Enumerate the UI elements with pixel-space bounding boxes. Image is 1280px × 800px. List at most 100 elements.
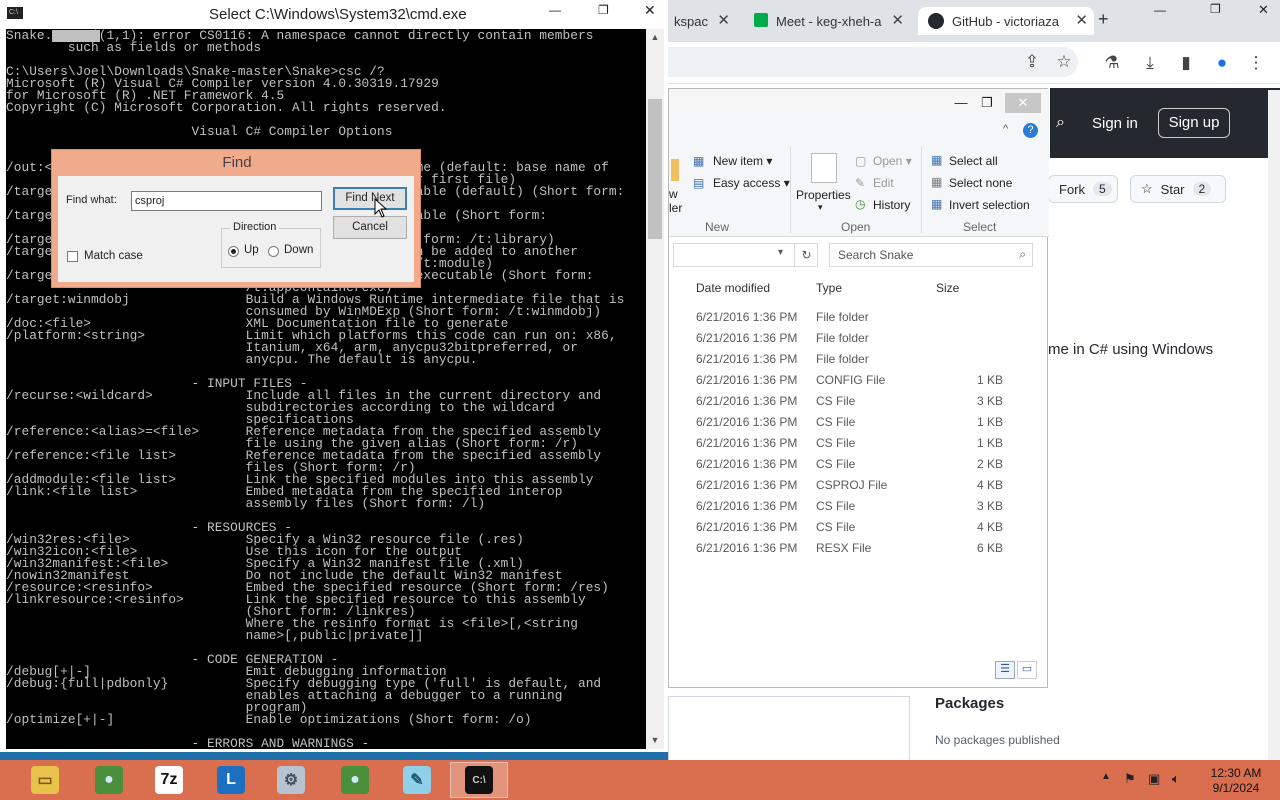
select-all-button[interactable]: Select all <box>949 154 998 168</box>
find-what-input[interactable]: csproj <box>131 191 322 211</box>
scroll-up-icon[interactable]: ▲ <box>646 32 664 42</box>
history-button[interactable]: History <box>873 198 910 212</box>
details-view-icon[interactable]: ☰ <box>995 661 1015 679</box>
profile-icon[interactable]: ● <box>1212 53 1232 73</box>
tray-overflow-icon[interactable]: ▲ <box>1101 771 1111 782</box>
collapse-ribbon-icon[interactable]: ^ <box>1003 123 1008 135</box>
maximize-button[interactable]: ❐ <box>598 3 609 17</box>
search-placeholder: Search Snake <box>838 248 914 262</box>
network-icon[interactable]: ▣ <box>1148 771 1160 787</box>
scroll-down-icon[interactable]: ▼ <box>646 735 664 745</box>
column-date-modified[interactable]: Date modified <box>696 281 770 295</box>
close-icon[interactable]: ✕ <box>891 11 904 29</box>
download-icon[interactable]: ⤓ <box>1140 53 1160 73</box>
invert-selection-button[interactable]: Invert selection <box>949 198 1030 212</box>
minimize-button[interactable]: — <box>947 93 975 113</box>
page-scrollbar[interactable] <box>1268 90 1280 760</box>
sign-up-button[interactable]: Sign up <box>1158 108 1230 138</box>
file-row[interactable]: 6/21/2016 1:36 PM File folder <box>669 307 1047 328</box>
close-icon[interactable]: ✕ <box>717 11 728 29</box>
close-button[interactable]: ✕ <box>1005 93 1041 113</box>
direction-group: Direction Up Down <box>221 221 321 268</box>
new-folder-fragment[interactable]: w <box>669 187 678 201</box>
action-center-icon[interactable]: ⚑ <box>1124 771 1136 787</box>
fork-button[interactable]: Fork 5 <box>1048 175 1118 203</box>
minimize-button[interactable]: — <box>1154 3 1166 17</box>
address-bar[interactable]: ⇪ ☆ <box>668 47 1078 77</box>
taskbar-app-cmd[interactable]: C:\ <box>450 762 508 798</box>
system-clock[interactable]: 12:30 AM 9/1/2024 <box>1196 766 1276 796</box>
dialog-title: Find <box>222 154 252 171</box>
direction-down-radio[interactable] <box>268 246 279 257</box>
find-next-button[interactable]: Find Next <box>333 187 407 210</box>
close-button[interactable]: ✕ <box>644 2 656 19</box>
new-folder-fragment-2[interactable]: ler <box>669 201 682 215</box>
taskbar-app-lync[interactable]: L <box>202 762 260 798</box>
file-explorer-window: — ❐ ✕ ^ ? w ler ▦ New item ▾ ▤ Easy acce… <box>668 88 1049 688</box>
direction-up-label[interactable]: Up <box>244 244 259 256</box>
match-case-label[interactable]: Match case <box>84 250 143 262</box>
new-tab-button[interactable]: + <box>1098 9 1109 30</box>
volume-icon[interactable]: 🔈︎ <box>1172 771 1180 787</box>
taskbar-app-7zip[interactable]: 7z <box>140 762 198 798</box>
address-bar[interactable]: ▾ ↻ <box>673 243 818 267</box>
bookmark-star-icon[interactable]: ☆ <box>1054 52 1074 72</box>
close-button[interactable]: ✕ <box>1258 2 1269 18</box>
open-button[interactable]: Open ▾ <box>873 154 912 168</box>
file-row[interactable]: 6/21/2016 1:36 PM CS File 3 KB <box>669 391 1047 412</box>
file-row[interactable]: 6/21/2016 1:36 PM RESX File 6 KB <box>669 538 1047 559</box>
labs-icon[interactable]: ⚗ <box>1102 53 1122 73</box>
taskbar-app-chrome[interactable]: ● <box>80 762 138 798</box>
chrome-tab-workspace[interactable]: kspac ✕ <box>672 7 728 35</box>
file-row[interactable]: 6/21/2016 1:36 PM CSPROJ File 4 KB <box>669 475 1047 496</box>
chevron-down-icon[interactable]: ▾ <box>778 247 783 258</box>
file-row[interactable]: 6/21/2016 1:36 PM CS File 4 KB <box>669 517 1047 538</box>
close-icon[interactable]: ✕ <box>1075 11 1088 29</box>
easy-access-button[interactable]: Easy access ▾ <box>713 176 790 190</box>
maximize-button[interactable]: ❐ <box>973 93 1001 113</box>
cancel-button[interactable]: Cancel <box>333 216 407 239</box>
star-button[interactable]: ☆ Star 2 <box>1130 175 1226 203</box>
chevron-down-icon[interactable]: ▾ <box>818 202 823 213</box>
maximize-button[interactable]: ❐ <box>1210 2 1221 16</box>
search-input[interactable]: Search Snake ⌕ <box>829 243 1033 267</box>
new-item-button[interactable]: New item ▾ <box>713 154 772 168</box>
chrome-tab-meet[interactable]: Meet - keg-xheh-a ✕ <box>746 7 910 35</box>
file-row[interactable]: 6/21/2016 1:36 PM CS File 3 KB <box>669 496 1047 517</box>
column-type[interactable]: Type <box>816 281 842 295</box>
match-case-checkbox[interactable] <box>67 251 78 262</box>
file-row[interactable]: 6/21/2016 1:36 PM CONFIG File 1 KB <box>669 370 1047 391</box>
sign-in-link[interactable]: Sign in <box>1092 115 1138 132</box>
refresh-icon[interactable]: ↻ <box>794 244 818 266</box>
taskbar-app-notepad[interactable]: ✎ <box>388 762 446 798</box>
console-output[interactable]: Snake.csproj(1,1): error CS0116: A names… <box>6 29 646 749</box>
taskbar-app-installer[interactable]: ⚙ <box>262 762 320 798</box>
help-icon[interactable]: ? <box>1023 123 1038 138</box>
file-row[interactable]: 6/21/2016 1:36 PM CS File 2 KB <box>669 454 1047 475</box>
minimize-button[interactable]: — <box>549 3 561 17</box>
cmd-app-icon: C:\ <box>7 7 23 19</box>
edit-button[interactable]: Edit <box>873 176 894 190</box>
large-icons-view-icon[interactable]: ▭ <box>1017 661 1037 679</box>
file-row[interactable]: 6/21/2016 1:36 PM File folder <box>669 349 1047 370</box>
install-app-icon[interactable]: ⇪ <box>1022 52 1042 72</box>
readme-panel <box>668 696 910 760</box>
column-size[interactable]: Size <box>936 281 959 295</box>
history-icon: ◷ <box>855 197 866 211</box>
direction-down-label[interactable]: Down <box>284 244 313 256</box>
console-scrollbar[interactable]: ▲ ▼ <box>646 29 664 749</box>
select-none-button[interactable]: Select none <box>949 176 1012 190</box>
chrome-tab-github[interactable]: GitHub - victoriaza ✕ <box>918 7 1094 35</box>
direction-up-radio[interactable] <box>228 246 239 257</box>
row-type: CONFIG File <box>816 373 886 387</box>
menu-icon[interactable]: ⋮ <box>1246 53 1266 73</box>
scrollbar-thumb[interactable] <box>648 99 662 239</box>
file-row[interactable]: 6/21/2016 1:36 PM CS File 1 KB <box>669 412 1047 433</box>
taskbar-app-file-explorer[interactable]: ▭ <box>16 762 74 798</box>
properties-button[interactable]: Properties <box>796 188 851 202</box>
file-row[interactable]: 6/21/2016 1:36 PM File folder <box>669 328 1047 349</box>
search-icon[interactable]: ⌕ <box>1056 114 1065 132</box>
taskbar-app-chrome-2[interactable]: ● <box>326 762 384 798</box>
side-panel-icon[interactable]: ▮ <box>1176 53 1196 73</box>
file-row[interactable]: 6/21/2016 1:36 PM CS File 1 KB <box>669 433 1047 454</box>
